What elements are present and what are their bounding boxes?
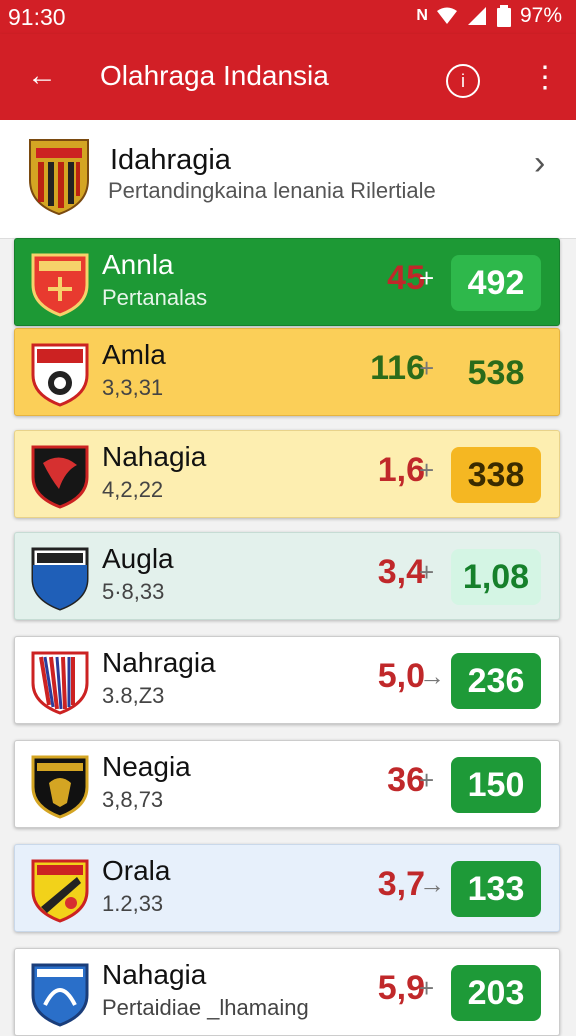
league-card[interactable]: Idahragia Pertandingkaina lenania Rilert… xyxy=(0,120,576,239)
league-crest-icon xyxy=(29,139,89,216)
battery-percent: 97% xyxy=(519,4,562,27)
team-score: 3,4 xyxy=(377,553,425,591)
team-name: Annla xyxy=(102,249,174,280)
chevron-right-icon[interactable]: › xyxy=(534,144,545,183)
team-score: 5,0 xyxy=(377,657,425,695)
team-sub: Pertaidiae _lhamaing xyxy=(102,995,309,1020)
team-name: Neagia xyxy=(102,751,191,782)
team-sub: 3,8,73 xyxy=(102,787,164,812)
arrow-icon: + xyxy=(419,765,435,795)
team-row[interactable]: Augla 5·8,33 3,4 + 1,08 xyxy=(14,532,560,620)
team-score: 5,9 xyxy=(377,969,425,1007)
team-crest-icon xyxy=(31,651,89,715)
team-crest-icon xyxy=(31,963,89,1027)
total-badge: 1,08 xyxy=(451,549,541,605)
team-name: Augla xyxy=(102,543,174,574)
status-icons: N 97% xyxy=(416,4,562,28)
arrow-icon: + xyxy=(419,263,435,293)
total-badge: 492 xyxy=(451,255,541,311)
league-subtitle: Pertandingkaina lenania Rilertiale xyxy=(108,178,436,203)
team-crest-icon xyxy=(31,859,89,923)
more-vert-icon[interactable]: ⋮ xyxy=(530,58,560,98)
team-name: Amla xyxy=(102,339,166,370)
team-sub: 3.8,Z3 xyxy=(102,683,165,708)
status-time: 91:30 xyxy=(8,4,66,30)
arrow-icon: → xyxy=(419,661,445,691)
arrow-icon: + xyxy=(419,557,435,587)
arrow-icon: + xyxy=(419,973,435,1003)
team-crest-icon xyxy=(31,547,89,611)
total-badge: 150 xyxy=(451,757,541,813)
team-score: 116 xyxy=(370,349,425,387)
team-name: Nahragia xyxy=(102,647,216,678)
team-crest-icon xyxy=(31,755,89,819)
total-badge: 338 xyxy=(451,447,541,503)
team-row[interactable]: Amla 3,3,31 116 + 538 xyxy=(14,328,560,416)
team-row[interactable]: Nahragia 3.8,Z3 5,0 → 236 xyxy=(14,636,560,724)
app-bar: ← Olahraga Indansia i ⋮ xyxy=(0,34,576,120)
team-row[interactable]: Annla Pertanalas 45 + 492 xyxy=(14,238,560,326)
signal-icon xyxy=(467,7,486,25)
total-badge: 203 xyxy=(451,965,541,1021)
team-crest-icon xyxy=(31,343,89,407)
battery-icon xyxy=(496,5,511,27)
team-score: 1,6 xyxy=(377,451,425,489)
wifi-icon xyxy=(436,7,457,24)
arrow-icon: + xyxy=(419,353,435,383)
team-row[interactable]: Neagia 3,8,73 36 + 150 xyxy=(14,740,560,828)
team-sub: 1.2,33 xyxy=(102,891,164,916)
team-row[interactable]: Nahagia 4,2,22 1,6 + 338 xyxy=(14,430,560,518)
app-title: Olahraga Indansia xyxy=(100,60,329,91)
total-badge: 538 xyxy=(467,354,525,392)
team-score: 45 xyxy=(387,259,425,297)
team-crest-icon xyxy=(31,445,89,509)
team-sub: 4,2,22 xyxy=(102,477,164,502)
nfc-icon: N xyxy=(416,7,428,24)
league-name: Idahragia xyxy=(110,144,231,176)
team-sub: 3,3,31 xyxy=(102,375,164,400)
team-name: Nahagia xyxy=(102,959,207,990)
status-bar: 91:30 N 97% xyxy=(0,0,576,34)
team-sub: Pertanalas xyxy=(102,285,208,310)
team-name: Nahagia xyxy=(102,441,207,472)
info-icon[interactable]: i xyxy=(446,64,480,98)
back-arrow-icon[interactable]: ← xyxy=(22,56,62,96)
team-row[interactable]: Orala 1.2,33 3,7 → 133 xyxy=(14,844,560,932)
team-row[interactable]: Nahagia Pertaidiae _lhamaing 5,9 + 203 xyxy=(14,948,560,1036)
total-badge: 236 xyxy=(451,653,541,709)
team-score: 3,7 xyxy=(377,865,425,903)
team-score: 36 xyxy=(387,761,425,799)
team-name: Orala xyxy=(102,855,171,886)
team-crest-icon xyxy=(31,253,89,317)
total-badge: 133 xyxy=(451,861,541,917)
arrow-icon: + xyxy=(419,455,435,485)
team-sub: 5·8,33 xyxy=(102,579,165,604)
arrow-icon: → xyxy=(419,869,445,899)
